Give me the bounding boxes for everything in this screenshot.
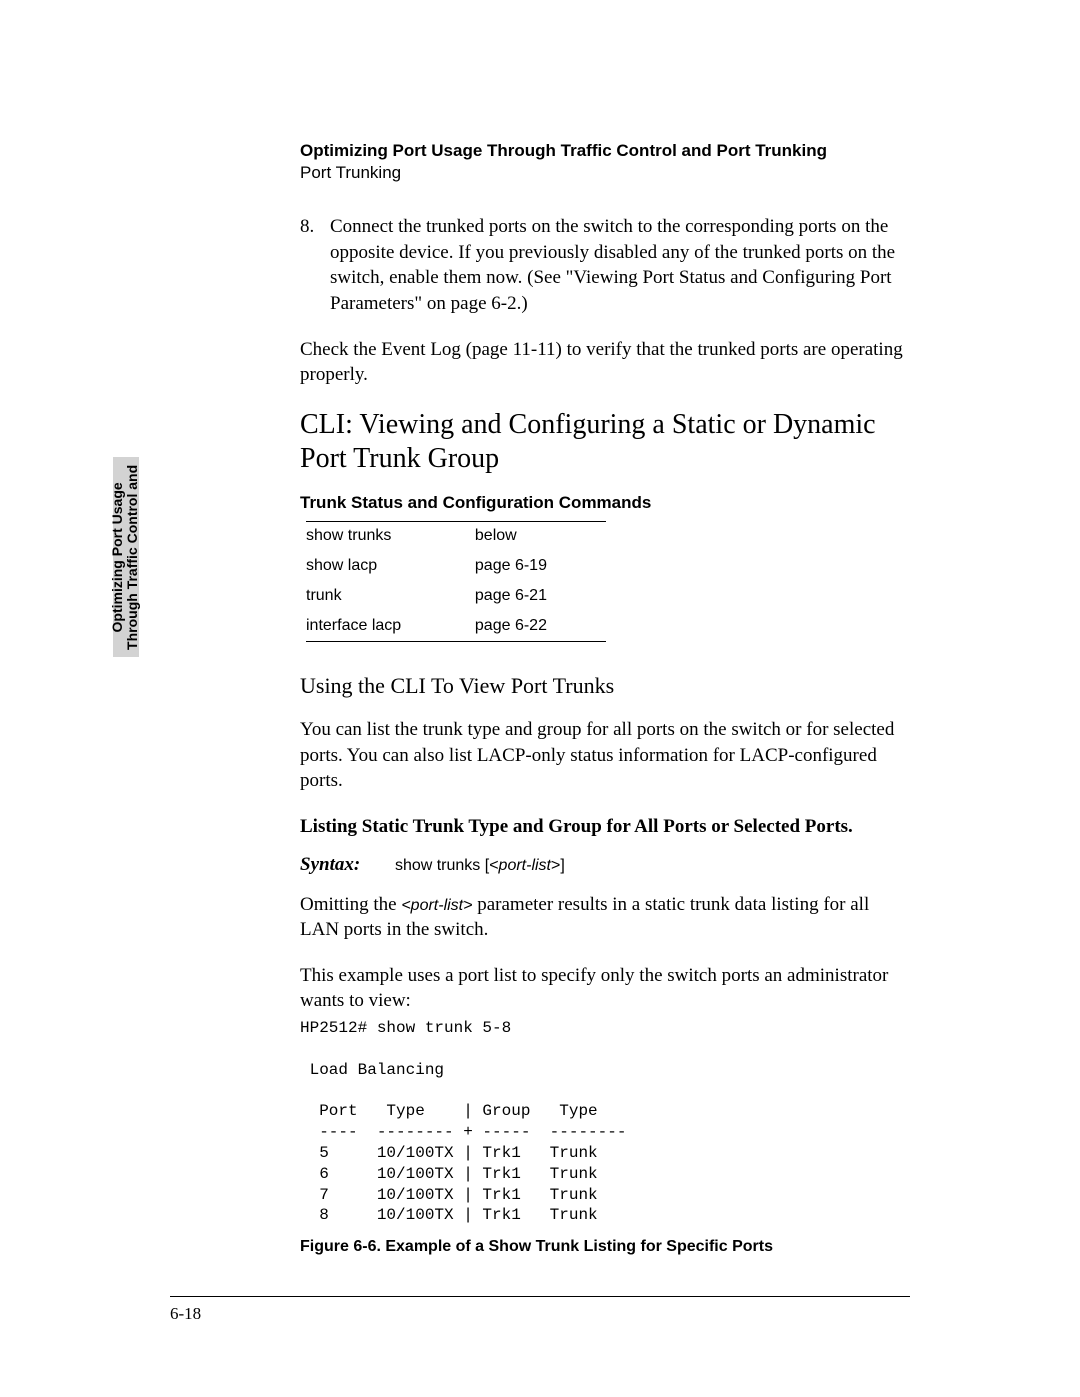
check-event-log-text: Check the Event Log (page 11-11) to veri… [300,337,910,388]
ref-cell: page 6-21 [475,582,606,612]
subsection-heading-using-cli: Using the CLI To View Port Trunks [300,672,910,701]
table-row: show trunks below [306,522,606,552]
omit-para: Omitting the <port-list> parameter resul… [300,892,910,943]
step-number: 8. [300,214,330,317]
omit-italic: <port-list> [401,897,472,914]
cmd-cell: show lacp [306,552,475,582]
omit-pre: Omitting the [300,894,401,915]
table-row: interface lacp page 6-22 [306,612,606,642]
footer-rule [170,1296,910,1297]
page-content: Optimizing Port Usage Through Traffic Co… [0,0,1080,1397]
cli-output: HP2512# show trunk 5-8 Load Balancing Po… [300,1018,910,1226]
cmd-cell: trunk [306,582,475,612]
table-row: trunk page 6-21 [306,582,606,612]
section-heading-cli: CLI: Viewing and Configuring a Static or… [300,408,910,475]
ref-cell: page 6-19 [475,552,606,582]
page-number: 6-18 [170,1304,201,1324]
table-row: show lacp page 6-19 [306,552,606,582]
listing-heading: Listing Static Trunk Type and Group for … [300,814,910,840]
syntax-label: Syntax: [300,854,360,875]
commands-table-title: Trunk Status and Configuration Commands [300,493,910,513]
chapter-title: Optimizing Port Usage Through Traffic Co… [300,140,910,162]
running-header: Optimizing Port Usage Through Traffic Co… [300,140,910,184]
step-text: Connect the trunked ports on the switch … [330,214,910,317]
figure-caption: Figure 6-6. Example of a Show Trunk List… [300,1238,910,1256]
syntax-cmd-italic: port-list [499,857,551,874]
ref-cell: below [475,522,606,552]
step-8: 8. Connect the trunked ports on the swit… [300,214,910,317]
cmd-cell: show trunks [306,522,475,552]
cmd-cell: interface lacp [306,612,475,642]
syntax-cmd-post: >] [551,857,565,874]
ref-cell: page 6-22 [475,612,606,642]
chapter-subtitle: Port Trunking [300,162,910,184]
example-para: This example uses a port list to specify… [300,963,910,1014]
syntax-cmd-pre: show trunks [< [395,857,499,874]
using-cli-para: You can list the trunk type and group fo… [300,717,910,794]
commands-table: show trunks below show lacp page 6-19 tr… [306,521,606,642]
syntax-line: Syntax: show trunks [<port-list>] [300,854,910,876]
